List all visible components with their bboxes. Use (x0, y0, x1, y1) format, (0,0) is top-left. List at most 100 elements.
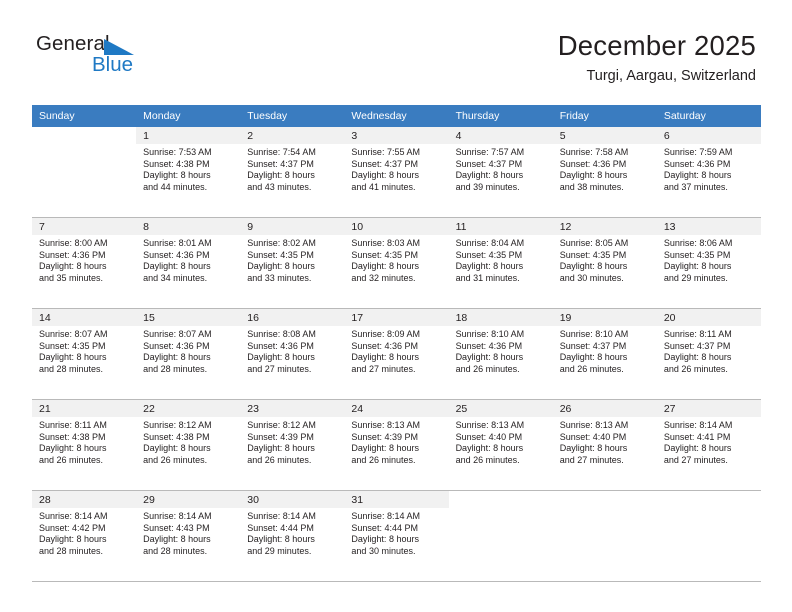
sunrise-text: Sunrise: 8:07 AM (39, 329, 108, 339)
logo-text-blue: Blue (92, 53, 134, 76)
day-cell[interactable]: 6 Sunrise: 7:59 AM Sunset: 4:36 PM Dayli… (656, 127, 761, 217)
logo-general-blue[interactable]: General Blue (36, 32, 216, 86)
day-details (553, 508, 657, 511)
sunset-text: Sunset: 4:35 PM (663, 249, 731, 260)
daylight-text-line1: Daylight: 8 hours (39, 534, 107, 545)
day-number: 31 (344, 491, 449, 508)
day-cell[interactable]: 11 Sunrise: 8:04 AM Sunset: 4:35 PM Dayl… (448, 218, 553, 308)
daylight-text-line1: Daylight: 8 hours (351, 534, 419, 545)
day-details (657, 508, 761, 511)
sunrise-text: Sunrise: 8:02 AM (247, 238, 316, 248)
day-cell[interactable]: 12 Sunrise: 8:05 AM Sunset: 4:35 PM Dayl… (552, 218, 657, 308)
day-cell[interactable]: 20 Sunrise: 8:11 AM Sunset: 4:37 PM Dayl… (656, 309, 761, 399)
day-cell[interactable]: 18 Sunrise: 8:10 AM Sunset: 4:36 PM Dayl… (448, 309, 553, 399)
daylight-text-line2: and 27 minutes. (351, 363, 416, 374)
daylight-text-line2: and 26 minutes. (39, 454, 104, 465)
weekday-header-tuesday: Tuesday (240, 105, 345, 127)
day-number: 4 (448, 127, 553, 144)
day-cell[interactable]: 17 Sunrise: 8:09 AM Sunset: 4:36 PM Dayl… (344, 309, 449, 399)
day-cell[interactable]: 14 Sunrise: 8:07 AM Sunset: 4:35 PM Dayl… (32, 309, 137, 399)
day-cell[interactable] (32, 127, 137, 217)
sunset-text: Sunset: 4:36 PM (455, 340, 523, 351)
day-cell[interactable]: 15 Sunrise: 8:07 AM Sunset: 4:36 PM Dayl… (136, 309, 241, 399)
page-title: December 2025 (557, 30, 756, 61)
daylight-text-line2: and 44 minutes. (143, 181, 208, 192)
logo-text-general: General (36, 32, 110, 55)
day-cell[interactable]: 4 Sunrise: 7:57 AM Sunset: 4:37 PM Dayli… (448, 127, 553, 217)
day-cell[interactable]: 30 Sunrise: 8:14 AM Sunset: 4:44 PM Dayl… (240, 491, 345, 581)
day-cell[interactable] (448, 491, 553, 581)
day-cell[interactable]: 7 Sunrise: 8:00 AM Sunset: 4:36 PM Dayli… (32, 218, 137, 308)
sunrise-text: Sunrise: 8:01 AM (143, 238, 212, 248)
day-number (448, 491, 553, 508)
day-number: 12 (552, 218, 657, 235)
daylight-text-line2: and 26 minutes. (247, 454, 312, 465)
weekday-header-sunday: Sunday (32, 105, 137, 127)
daylight-text-line2: and 28 minutes. (39, 363, 104, 374)
sunset-text: Sunset: 4:37 PM (559, 340, 627, 351)
day-cell[interactable] (552, 491, 657, 581)
day-cell[interactable]: 8 Sunrise: 8:01 AM Sunset: 4:36 PM Dayli… (136, 218, 241, 308)
sunset-text: Sunset: 4:37 PM (351, 158, 418, 169)
day-cell[interactable]: 1 Sunrise: 7:53 AM Sunset: 4:38 PM Dayli… (136, 127, 241, 217)
sunrise-text: Sunrise: 8:06 AM (663, 238, 733, 248)
daylight-text-line1: Daylight: 8 hours (39, 352, 107, 363)
day-cell[interactable]: 2 Sunrise: 7:54 AM Sunset: 4:37 PM Dayli… (240, 127, 345, 217)
day-number: 16 (240, 309, 345, 326)
daylight-text-line2: and 43 minutes. (247, 181, 312, 192)
calendar-page: General Blue December 2025 Turgi, Aargau… (0, 0, 792, 612)
day-details: Sunrise: 8:07 AM Sunset: 4:36 PM Dayligh… (136, 326, 240, 375)
day-cell[interactable]: 3 Sunrise: 7:55 AM Sunset: 4:37 PM Dayli… (344, 127, 449, 217)
daylight-text-line2: and 27 minutes. (663, 454, 728, 465)
daylight-text-line2: and 26 minutes. (455, 363, 520, 374)
daylight-text-line2: and 26 minutes. (351, 454, 416, 465)
day-cell[interactable]: 5 Sunrise: 7:58 AM Sunset: 4:36 PM Dayli… (552, 127, 657, 217)
day-details: Sunrise: 8:02 AM Sunset: 4:35 PM Dayligh… (240, 235, 344, 284)
daylight-text-line2: and 41 minutes. (351, 181, 416, 192)
weekday-header-wednesday: Wednesday (344, 105, 449, 127)
day-cell[interactable]: 21 Sunrise: 8:11 AM Sunset: 4:38 PM Dayl… (32, 400, 137, 490)
day-cell[interactable]: 16 Sunrise: 8:08 AM Sunset: 4:36 PM Dayl… (240, 309, 345, 399)
page-subtitle: Turgi, Aargau, Switzerland (586, 67, 756, 84)
sunrise-text: Sunrise: 8:13 AM (351, 420, 420, 430)
sunrise-text: Sunrise: 8:10 AM (559, 329, 629, 339)
daylight-text-line1: Daylight: 8 hours (559, 352, 628, 363)
sunrise-text: Sunrise: 8:14 AM (663, 420, 733, 430)
day-cell[interactable]: 28 Sunrise: 8:14 AM Sunset: 4:42 PM Dayl… (32, 491, 137, 581)
day-cell[interactable]: 27 Sunrise: 8:14 AM Sunset: 4:41 PM Dayl… (656, 400, 761, 490)
day-cell[interactable]: 10 Sunrise: 8:03 AM Sunset: 4:35 PM Dayl… (344, 218, 449, 308)
title-block: December 2025 Turgi, Aargau, Switzerland (558, 30, 756, 85)
daylight-text-line1: Daylight: 8 hours (351, 443, 419, 454)
week-separator (32, 581, 761, 582)
day-details: Sunrise: 8:12 AM Sunset: 4:38 PM Dayligh… (136, 417, 240, 466)
day-cell[interactable]: 19 Sunrise: 8:10 AM Sunset: 4:37 PM Dayl… (552, 309, 657, 399)
daylight-text-line1: Daylight: 8 hours (351, 261, 419, 272)
day-cell[interactable]: 25 Sunrise: 8:13 AM Sunset: 4:40 PM Dayl… (448, 400, 553, 490)
sunrise-text: Sunrise: 8:13 AM (455, 420, 525, 430)
day-cell[interactable]: 22 Sunrise: 8:12 AM Sunset: 4:38 PM Dayl… (136, 400, 241, 490)
sunset-text: Sunset: 4:35 PM (351, 249, 418, 260)
day-details: Sunrise: 8:03 AM Sunset: 4:35 PM Dayligh… (344, 235, 448, 284)
day-cell[interactable]: 31 Sunrise: 8:14 AM Sunset: 4:44 PM Dayl… (344, 491, 449, 581)
daylight-text-line2: and 29 minutes. (247, 545, 312, 556)
day-cell[interactable]: 9 Sunrise: 8:02 AM Sunset: 4:35 PM Dayli… (240, 218, 345, 308)
sunrise-text: Sunrise: 8:14 AM (39, 511, 108, 521)
day-cell[interactable]: 26 Sunrise: 8:13 AM Sunset: 4:40 PM Dayl… (552, 400, 657, 490)
day-cell[interactable]: 13 Sunrise: 8:06 AM Sunset: 4:35 PM Dayl… (656, 218, 761, 308)
day-cell[interactable] (656, 491, 761, 581)
day-details: Sunrise: 7:59 AM Sunset: 4:36 PM Dayligh… (657, 144, 761, 193)
day-number: 6 (656, 127, 761, 144)
sunset-text: Sunset: 4:36 PM (143, 249, 210, 260)
day-number: 25 (448, 400, 553, 417)
day-number: 18 (448, 309, 553, 326)
day-cell[interactable]: 24 Sunrise: 8:13 AM Sunset: 4:39 PM Dayl… (344, 400, 449, 490)
daylight-text-line2: and 30 minutes. (559, 272, 624, 283)
day-number: 11 (448, 218, 553, 235)
daylight-text-line2: and 35 minutes. (39, 272, 104, 283)
daylight-text-line1: Daylight: 8 hours (247, 170, 315, 181)
day-number: 2 (240, 127, 345, 144)
day-cell[interactable]: 29 Sunrise: 8:14 AM Sunset: 4:43 PM Dayl… (136, 491, 241, 581)
day-cell[interactable]: 23 Sunrise: 8:12 AM Sunset: 4:39 PM Dayl… (240, 400, 345, 490)
day-details: Sunrise: 7:53 AM Sunset: 4:38 PM Dayligh… (136, 144, 240, 193)
day-details: Sunrise: 8:08 AM Sunset: 4:36 PM Dayligh… (240, 326, 344, 375)
